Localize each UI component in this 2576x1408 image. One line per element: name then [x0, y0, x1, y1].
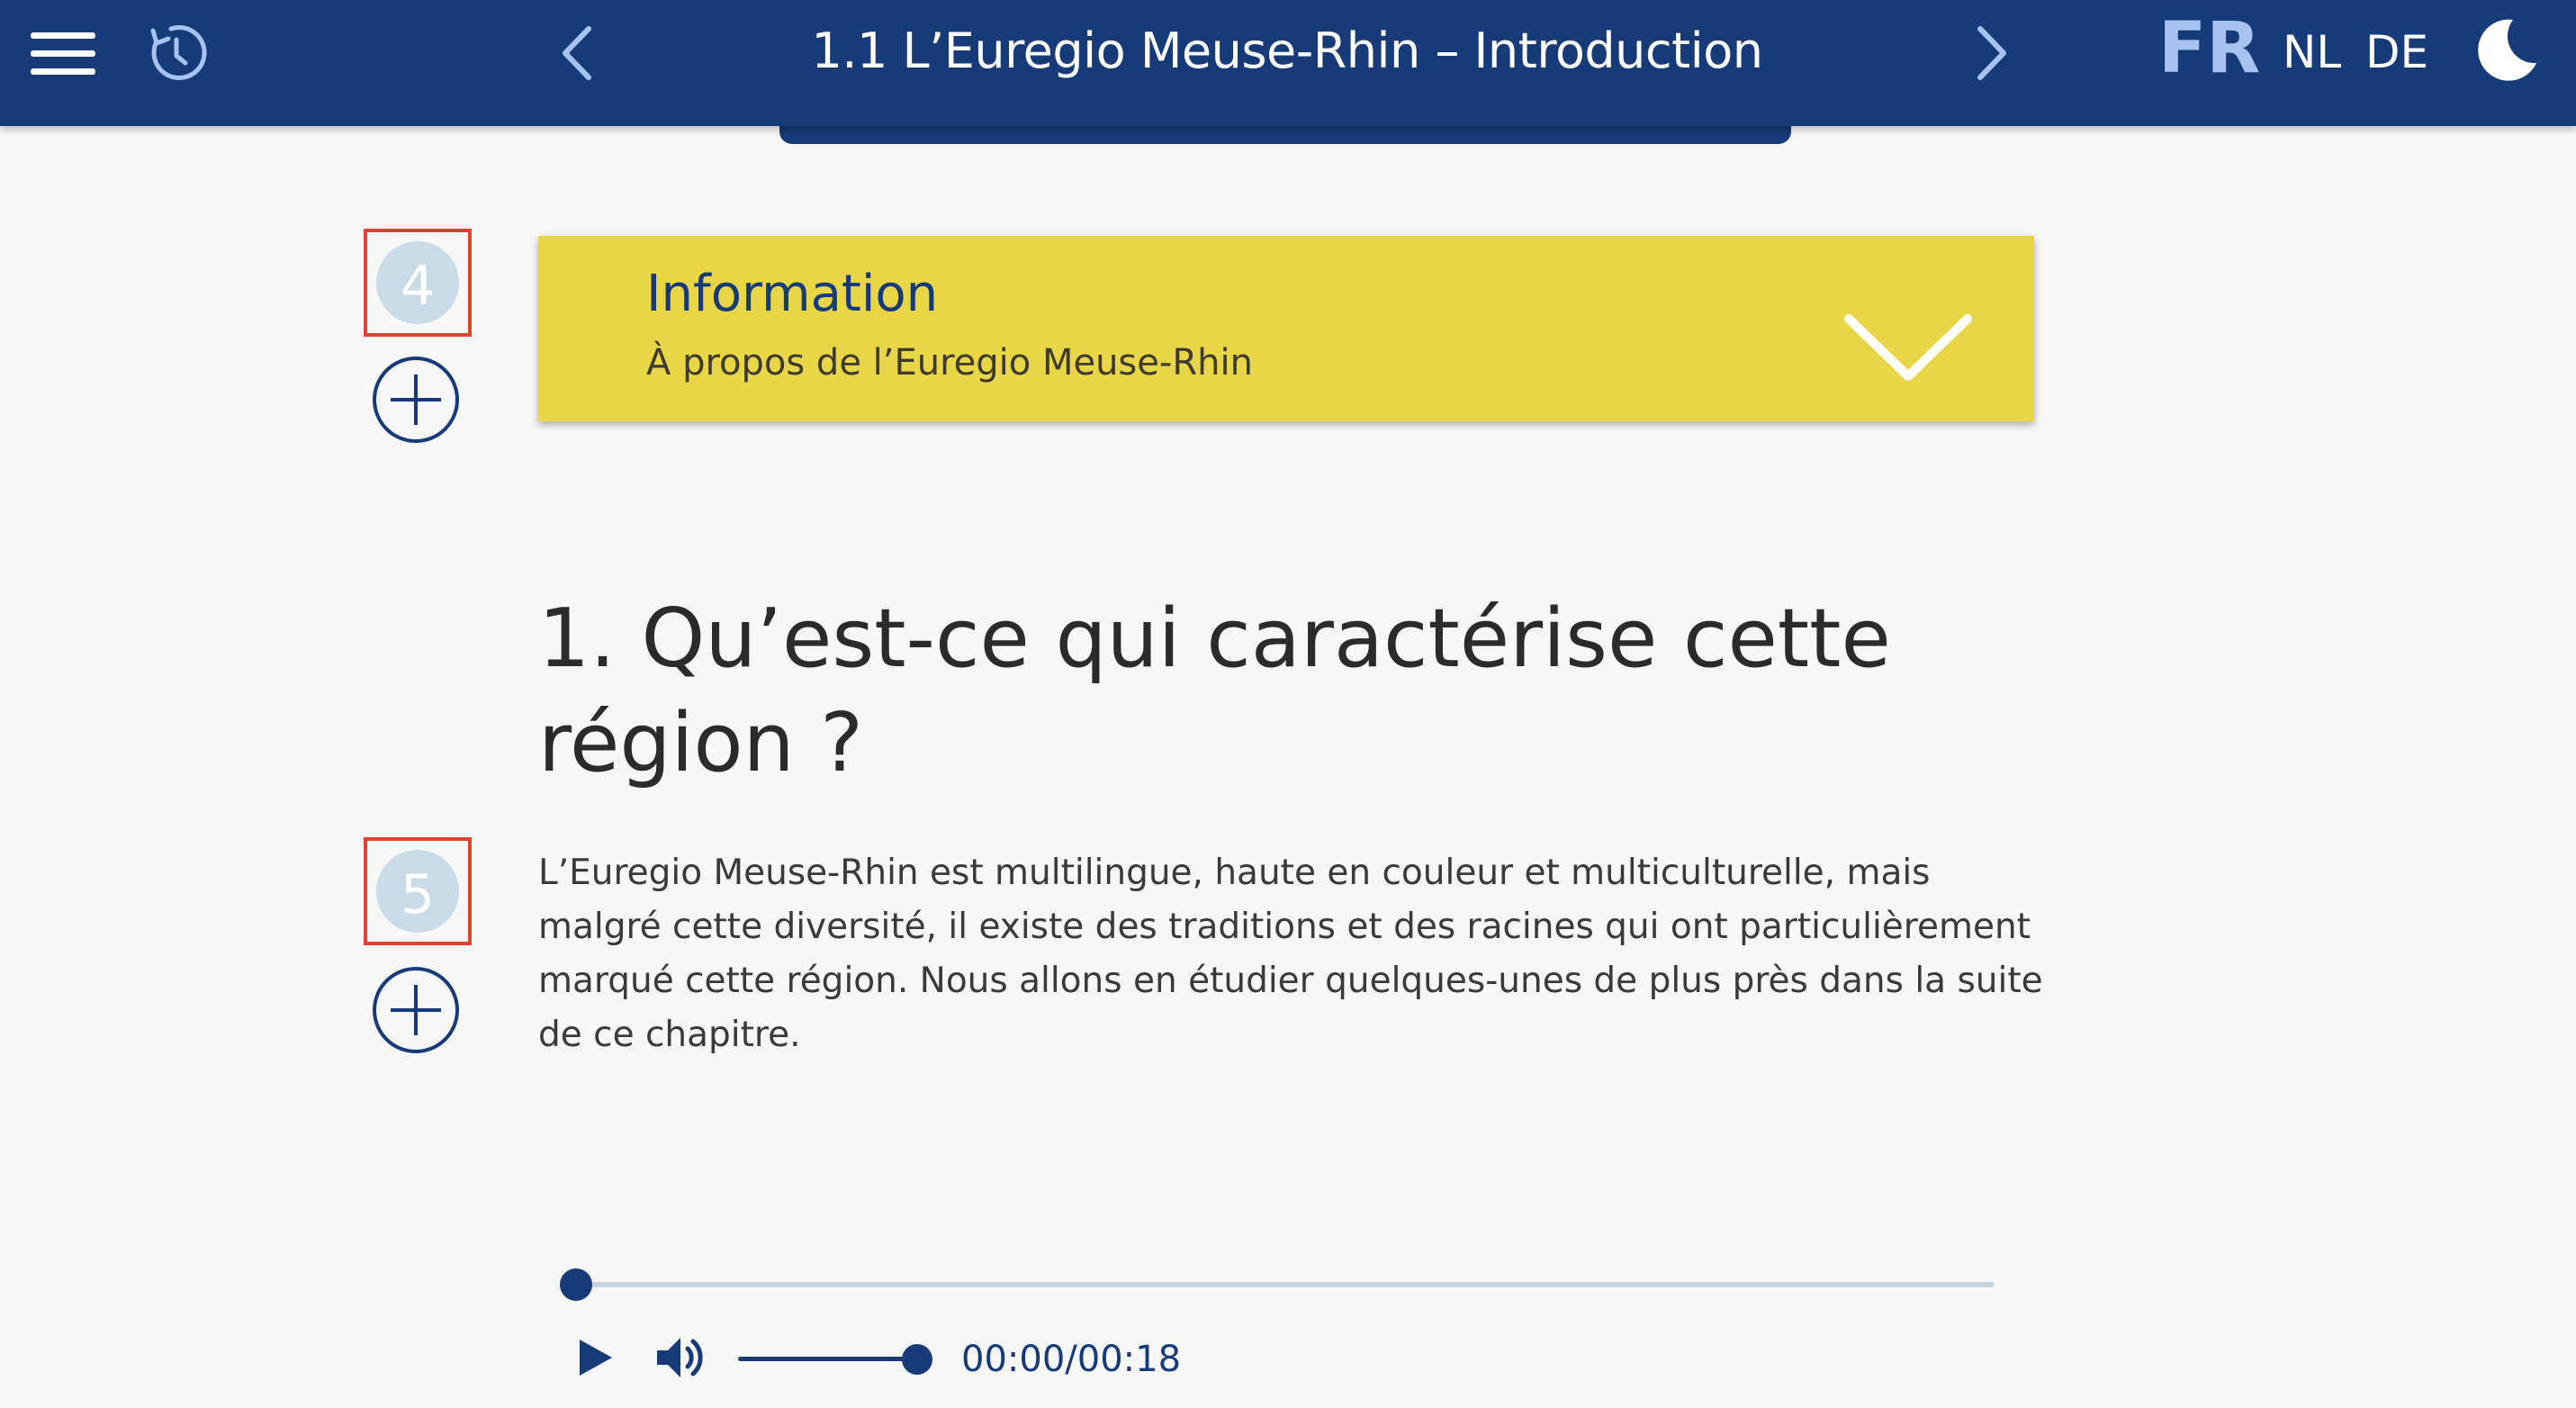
play-icon[interactable] [576, 1336, 616, 1379]
moon-icon[interactable] [2473, 16, 2540, 83]
audio-time-display: 00:00/00:18 [961, 1339, 1182, 1380]
paragraph-marker-5: 5 [364, 837, 472, 945]
language-fr[interactable]: FR [2158, 13, 2260, 85]
audio-seek-bar[interactable] [576, 1282, 1995, 1287]
chevron-right-icon[interactable] [1971, 23, 2014, 83]
volume-icon[interactable] [653, 1332, 707, 1383]
audio-seek-handle[interactable] [560, 1268, 592, 1301]
add-note-button[interactable] [371, 355, 461, 445]
add-note-button[interactable] [371, 965, 461, 1055]
section-paragraph: L’Euregio Meuse-Rhin est multilingue, ha… [538, 853, 2043, 1055]
language-nl[interactable]: NL [2283, 16, 2341, 88]
language-de[interactable]: DE [2365, 16, 2428, 88]
history-icon[interactable] [144, 22, 207, 85]
chevron-left-icon[interactable] [554, 23, 598, 83]
volume-slider[interactable] [738, 1357, 918, 1361]
accordion-title: Information [646, 265, 939, 323]
hamburger-menu-icon[interactable] [31, 27, 95, 81]
information-accordion[interactable]: Information À propos de l’Euregio Meuse-… [538, 236, 2034, 421]
accordion-subtitle: À propos de l’Euregio Meuse-Rhin [646, 342, 1253, 384]
top-navigation-bar: 1.1 L’Euregio Meuse-Rhin – Introduction … [0, 0, 2576, 126]
paragraph-marker-4: 4 [364, 229, 472, 337]
chevron-down-icon[interactable] [1842, 311, 1975, 385]
paragraph-number-badge: 4 [376, 241, 459, 324]
paragraph-number-badge: 5 [376, 850, 459, 933]
page-title: 1.1 L’Euregio Meuse-Rhin – Introduction [811, 23, 1763, 79]
volume-slider-handle[interactable] [902, 1344, 932, 1375]
section-heading: 1. Qu’est-ce qui caractérise cette régio… [538, 591, 1891, 790]
